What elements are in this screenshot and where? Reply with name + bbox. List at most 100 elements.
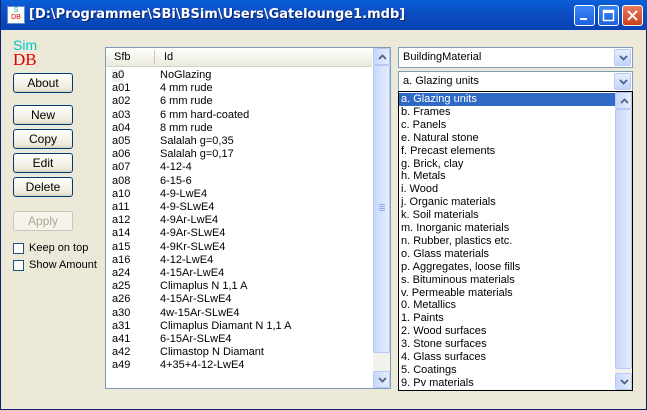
row-id: 6 mm hard-coated: [160, 108, 250, 121]
row-id: 4-12-LwE4: [160, 253, 214, 266]
dropdown-scroll-up-button[interactable]: [615, 92, 632, 109]
keep-on-top-box[interactable]: [13, 243, 24, 254]
list-row[interactable]: a30 4w-15Ar-SLwE4: [106, 307, 372, 320]
row-sfb: a25: [112, 280, 131, 293]
app-icon[interactable]: S DB: [7, 6, 25, 24]
list-row[interactable]: a10 4-9-LwE4: [106, 188, 372, 201]
list-row[interactable]: a04 8 mm rude: [106, 122, 372, 135]
edit-button[interactable]: Edit: [13, 153, 73, 173]
minimize-button[interactable]: [574, 5, 595, 26]
row-id: 4-9Ar-SLwE4: [160, 227, 226, 240]
dropdown-option[interactable]: f. Precast elements: [399, 145, 615, 158]
category-dropdown-list[interactable]: a. Glazing units b. Frames c. Panels e. Nat…: [398, 91, 633, 391]
list-row[interactable]: a0 NoGlazing: [106, 69, 372, 82]
list-row[interactable]: a24 4-15Ar-LwE4: [106, 267, 372, 280]
row-sfb: a49: [112, 359, 131, 372]
scroll-thumb[interactable]: [373, 65, 390, 353]
dropdown-option[interactable]: h. Metals: [399, 170, 615, 183]
dropdown-option[interactable]: 4. Glass surfaces: [399, 351, 615, 364]
dropdown-option[interactable]: k. Soil materials: [399, 209, 615, 222]
list-row[interactable]: a25 Climaplus N 1,1 A: [106, 280, 372, 293]
window-title: [D:\Programmer\SBi\BSim\Users\Gatelounge…: [29, 7, 406, 22]
list-row[interactable]: a05 Salalah g=0,35: [106, 135, 372, 148]
dropdown-option[interactable]: v. Permeable materials: [399, 287, 615, 300]
apply-button[interactable]: Apply: [13, 211, 73, 231]
dropdown-option[interactable]: s. Bituminous materials: [399, 274, 615, 287]
dropdown-option[interactable]: 0. Metallics: [399, 299, 615, 312]
dropdown-option-label: 4. Glass surfaces: [401, 351, 486, 363]
dropdown-option[interactable]: j. Organic materials: [399, 196, 615, 209]
dropdown-option-label: 9. Pv materials: [401, 376, 474, 389]
scroll-up-button[interactable]: [373, 48, 390, 65]
keep-on-top-label: Keep on top: [29, 242, 89, 254]
list-row[interactable]: a07 4-12-4: [106, 161, 372, 174]
category-combo[interactable]: a. Glazing units: [398, 71, 633, 92]
dropdown-option[interactable]: i. Wood: [399, 183, 615, 196]
category-combo-arrow-button[interactable]: [614, 73, 631, 90]
row-id: 4-9-LwE4: [160, 187, 208, 200]
table-combo[interactable]: BuildingMaterial: [398, 47, 633, 68]
dropdown-option[interactable]: m. Inorganic materials: [399, 222, 615, 235]
list-row[interactable]: a16 4-12-LwE4: [106, 254, 372, 267]
show-amount-box[interactable]: [13, 260, 24, 271]
dropdown-option[interactable]: 5. Coatings: [399, 364, 615, 377]
keep-on-top-checkbox[interactable]: Keep on top: [13, 242, 113, 256]
list-row[interactable]: a41 6-15Ar-SLwE4: [106, 333, 372, 346]
show-amount-checkbox[interactable]: Show Amount: [13, 259, 113, 273]
new-button[interactable]: New: [13, 105, 73, 125]
list-row[interactable]: a08 6-15-6: [106, 175, 372, 188]
dropdown-scroll-down-button[interactable]: [615, 373, 632, 390]
dropdown-option[interactable]: c. Panels: [399, 119, 615, 132]
row-sfb: a10: [112, 187, 131, 200]
dropdown-option-label: b. Frames: [401, 105, 451, 118]
dropdown-option-label: k. Soil materials: [401, 209, 479, 222]
close-button[interactable]: [622, 5, 643, 26]
list-row[interactable]: a31 Climaplus Diamant N 1,1 A: [106, 320, 372, 333]
material-list[interactable]: Sfb Id a0 NoGlazing a01 4 mm rude a02 6 mm ru…: [105, 47, 391, 389]
list-row[interactable]: a01 4 mm rude: [106, 82, 372, 95]
list-row[interactable]: a03 6 mm hard-coated: [106, 109, 372, 122]
about-button[interactable]: About: [13, 73, 73, 93]
table-combo-arrow-button[interactable]: [614, 49, 631, 66]
list-row[interactable]: a12 4-9Ar-LwE4: [106, 214, 372, 227]
dropdown-option[interactable]: 3. Stone surfaces: [399, 338, 615, 351]
list-row[interactable]: a06 Salalah g=0,17: [106, 148, 372, 161]
dropdown-option[interactable]: 2. Wood surfaces: [399, 325, 615, 338]
delete-button[interactable]: Delete: [13, 177, 73, 197]
dropdown-scroll-thumb[interactable]: [615, 109, 632, 369]
list-row[interactable]: a11 4-9-SLwE4: [106, 201, 372, 214]
dropdown-option[interactable]: n. Rubber, plastics etc.: [399, 235, 615, 248]
show-amount-label: Show Amount: [29, 259, 97, 271]
column-header-sfb[interactable]: Sfb: [114, 51, 131, 63]
copy-button[interactable]: Copy: [13, 129, 73, 149]
row-sfb: a26: [112, 293, 131, 306]
title-bar[interactable]: S DB [D:\Programmer\SBi\BSim\Users\Gatelo…: [1, 0, 647, 30]
dropdown-option[interactable]: b. Frames: [399, 106, 615, 119]
column-separator[interactable]: [154, 51, 155, 64]
list-row[interactable]: a15 4-9Kr-SLwE4: [106, 241, 372, 254]
dropdown-scrollbar[interactable]: [615, 92, 632, 390]
dropdown-option-label: p. Aggregates, loose fills: [401, 260, 521, 273]
dropdown-option[interactable]: g. Brick, clay: [399, 158, 615, 171]
column-header-id[interactable]: Id: [164, 51, 173, 63]
chevron-down-icon: [378, 377, 387, 383]
list-row[interactable]: a02 6 mm rude: [106, 95, 372, 108]
list-row[interactable]: a49 4+35+4-12-LwE4: [106, 359, 372, 372]
row-id: 6 mm rude: [160, 95, 213, 108]
dropdown-option[interactable]: 9. Pv materials: [399, 377, 615, 390]
list-row[interactable]: a26 4-15Ar-SLwE4: [106, 293, 372, 306]
list-scrollbar[interactable]: [373, 48, 390, 388]
row-sfb: a02: [112, 95, 131, 108]
list-row[interactable]: a14 4-9Ar-SLwE4: [106, 227, 372, 240]
dropdown-option[interactable]: 1. Paints: [399, 312, 615, 325]
scroll-down-button[interactable]: [373, 371, 390, 388]
dropdown-option[interactable]: p. Aggregates, loose fills: [399, 261, 615, 274]
dropdown-option[interactable]: e. Natural stone: [399, 132, 615, 145]
dropdown-option[interactable]: a. Glazing units: [399, 93, 615, 106]
row-id: 4-9Ar-LwE4: [160, 214, 219, 227]
dropdown-option-label: g. Brick, clay: [401, 157, 464, 170]
chevron-up-icon: [620, 98, 629, 104]
maximize-button[interactable]: [598, 5, 619, 26]
dropdown-option[interactable]: o. Glass materials: [399, 248, 615, 261]
list-row[interactable]: a42 Climastop N Diamant: [106, 346, 372, 359]
